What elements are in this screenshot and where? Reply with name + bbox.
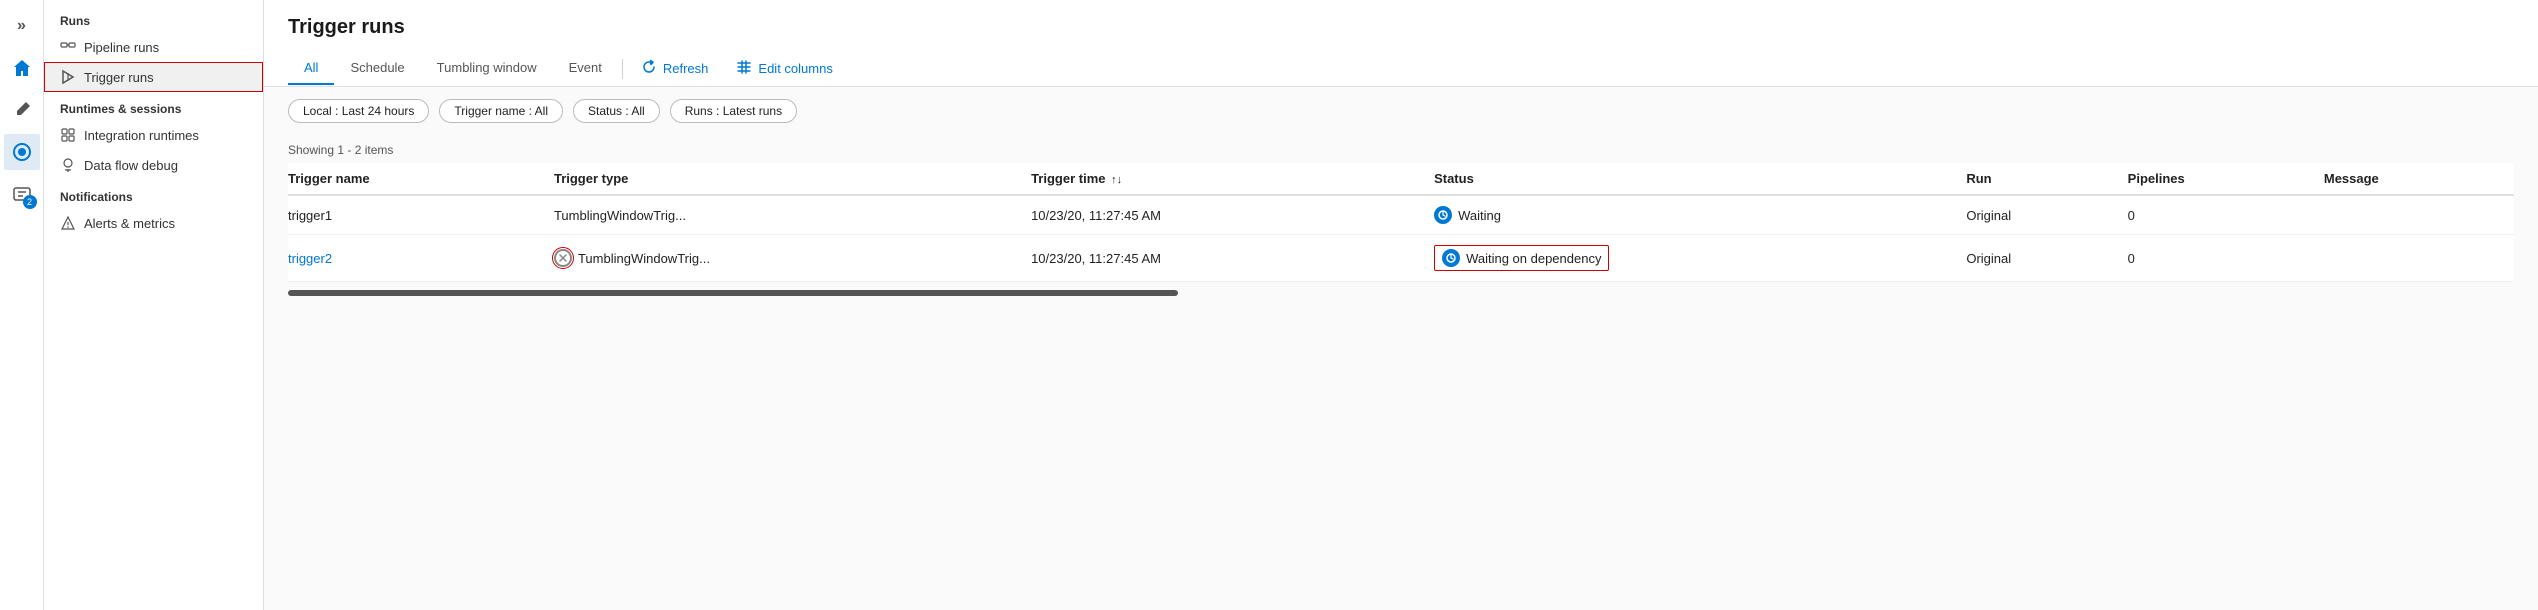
alerts-metrics-icon	[60, 215, 76, 231]
sidebar-item-pipeline-runs[interactable]: Pipeline runs	[44, 32, 263, 62]
trigger-type-cell-2: TumblingWindowTrig...	[554, 235, 1031, 282]
run-col-header: Run	[1966, 163, 2127, 195]
pipeline-runs-icon	[60, 39, 76, 55]
status-filter-chip[interactable]: Status : All	[573, 99, 660, 123]
monitor-rail-icon[interactable]	[4, 134, 40, 170]
trigger-time-cell-1: 10/23/20, 11:27:45 AM	[1031, 195, 1434, 235]
sidebar-item-trigger-runs[interactable]: Trigger runs	[44, 62, 263, 92]
run-cell-2: Original	[1966, 235, 2127, 282]
alerts-metrics-label: Alerts & metrics	[84, 216, 175, 231]
trigger-name-col-header: Trigger name	[288, 163, 554, 195]
showing-label: Showing 1 - 2 items	[288, 135, 2514, 163]
trigger-name-link-2[interactable]: trigger2	[288, 251, 332, 266]
cancel-icon	[554, 249, 572, 267]
trigger-type-value-2: TumblingWindowTrig...	[578, 251, 710, 266]
trigger-name-cell-1: trigger1	[288, 195, 554, 235]
trigger-runs-icon	[60, 69, 76, 85]
sidebar-item-alerts-metrics[interactable]: Alerts & metrics	[44, 208, 263, 238]
run-cell-1: Original	[1966, 195, 2127, 235]
pipelines-cell-2: 0	[2128, 235, 2324, 282]
tab-all[interactable]: All	[288, 52, 334, 85]
trigger-runs-label: Trigger runs	[84, 70, 154, 85]
pipelines-col-header: Pipelines	[2128, 163, 2324, 195]
main-content: Trigger runs All Schedule Tumbling windo…	[264, 0, 2538, 610]
tab-bar: All Schedule Tumbling window Event Refre…	[288, 51, 2514, 86]
sidebar-item-integration-runtimes[interactable]: Integration runtimes	[44, 120, 263, 150]
tab-tumbling-window[interactable]: Tumbling window	[421, 52, 553, 85]
badge-count: 2	[23, 195, 37, 209]
refresh-label: Refresh	[663, 61, 709, 76]
message-cell-1	[2324, 195, 2514, 235]
sidebar-item-dataflow-debug[interactable]: Data flow debug	[44, 150, 263, 180]
integration-runtimes-label: Integration runtimes	[84, 128, 199, 143]
message-col-header: Message	[2324, 163, 2514, 195]
manage-rail-icon[interactable]: 2	[4, 176, 40, 212]
runs-section-label: Runs	[44, 4, 263, 32]
filter-bar: Local : Last 24 hours Trigger name : All…	[264, 87, 2538, 135]
pipelines-cell-1: 0	[2128, 195, 2324, 235]
refresh-icon	[641, 59, 657, 78]
table-row: trigger1 TumblingWindowTrig... 10/23/20,…	[288, 195, 2514, 235]
waiting-status-icon-1	[1434, 206, 1452, 224]
tab-event[interactable]: Event	[553, 52, 618, 85]
status-label-1: Waiting	[1458, 208, 1501, 223]
table-row: trigger2 TumblingWindowTrig... 10/23/20,…	[288, 235, 2514, 282]
status-label-2: Waiting on dependency	[1466, 251, 1601, 266]
trigger-name-value-1: trigger1	[288, 208, 332, 223]
runtimes-section-label: Runtimes & sessions	[44, 92, 263, 120]
waiting-dep-status-icon	[1442, 249, 1460, 267]
runs-filter-chip[interactable]: Runs : Latest runs	[670, 99, 797, 123]
status-cell-2: Waiting on dependency	[1434, 235, 1966, 282]
trigger-runs-table: Trigger name Trigger type Trigger time ↑…	[288, 163, 2514, 282]
trigger-type-cell-1: TumblingWindowTrig...	[554, 195, 1031, 235]
status-highlighted-cell: Waiting on dependency	[1434, 245, 1609, 271]
edit-columns-icon	[736, 59, 752, 78]
dataflow-debug-icon	[60, 157, 76, 173]
trigger-time-cell-2: 10/23/20, 11:27:45 AM	[1031, 235, 1434, 282]
sort-icon: ↑↓	[1111, 174, 1122, 186]
collapse-rail-button[interactable]: »	[4, 8, 40, 44]
tab-schedule[interactable]: Schedule	[334, 52, 420, 85]
time-filter-chip[interactable]: Local : Last 24 hours	[288, 99, 429, 123]
edit-columns-button[interactable]: Edit columns	[722, 51, 846, 86]
status-col-header: Status	[1434, 163, 1966, 195]
scroll-indicator[interactable]	[288, 290, 1178, 296]
page-title: Trigger runs	[288, 16, 2514, 39]
trigger-type-col-header: Trigger type	[554, 163, 1031, 195]
table-area: Showing 1 - 2 items Trigger name Trigger…	[264, 135, 2538, 610]
sidebar: Runs Pipeline runs Trigger runs Runtimes…	[44, 0, 264, 610]
trigger-time-col-header[interactable]: Trigger time ↑↓	[1031, 163, 1434, 195]
refresh-button[interactable]: Refresh	[627, 51, 723, 86]
status-cell-1: Waiting	[1434, 195, 1966, 235]
dataflow-debug-label: Data flow debug	[84, 158, 178, 173]
tab-divider	[622, 59, 623, 79]
notifications-section-label: Notifications	[44, 180, 263, 208]
trigger-name-cell-2[interactable]: trigger2	[288, 235, 554, 282]
author-rail-icon[interactable]	[4, 92, 40, 128]
icon-rail: » 2	[0, 0, 44, 610]
edit-columns-label: Edit columns	[758, 61, 832, 76]
pipeline-runs-label: Pipeline runs	[84, 40, 159, 55]
main-header: Trigger runs All Schedule Tumbling windo…	[264, 0, 2538, 87]
home-rail-icon[interactable]	[4, 50, 40, 86]
message-cell-2	[2324, 235, 2514, 282]
trigger-name-filter-chip[interactable]: Trigger name : All	[439, 99, 563, 123]
integration-runtimes-icon	[60, 127, 76, 143]
